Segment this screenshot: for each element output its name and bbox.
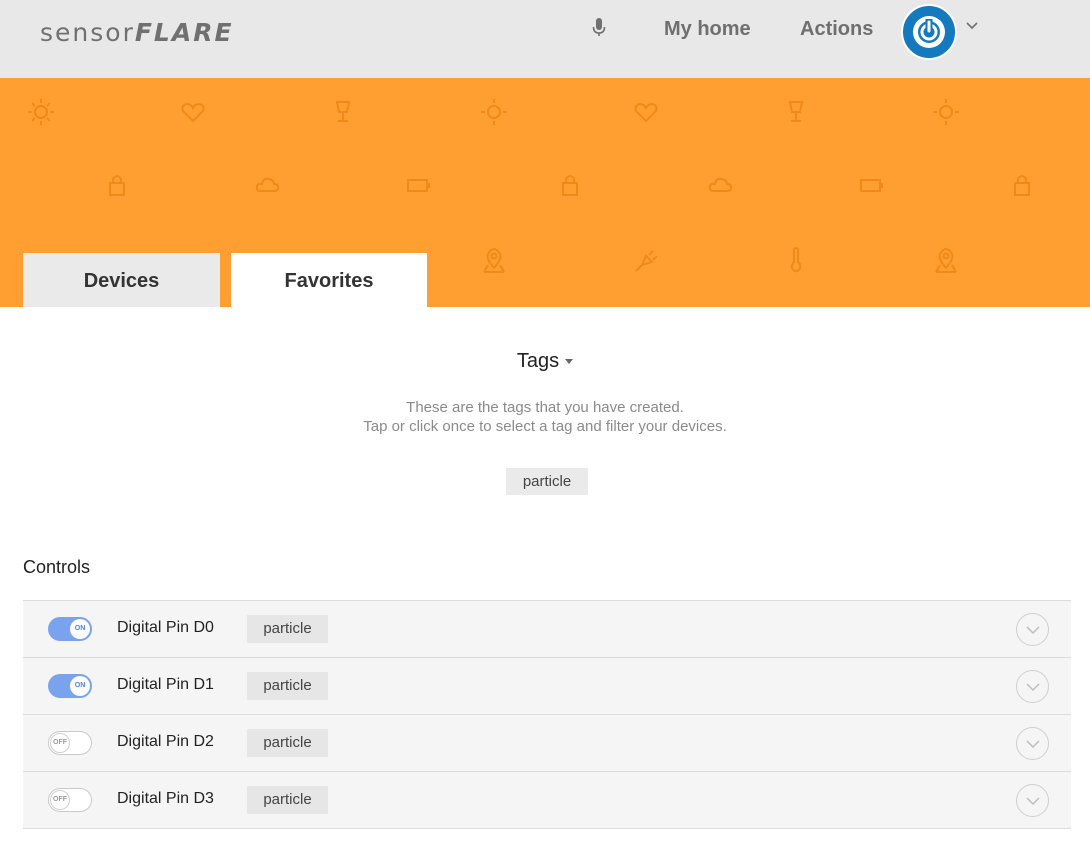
thermometer-icon: [790, 246, 802, 273]
expand-button[interactable]: [1016, 670, 1049, 703]
toggle-switch[interactable]: ON: [48, 674, 92, 698]
sensorflare-logo[interactable]: sensorFLARE: [40, 18, 234, 47]
tags-description: These are the tags that you have created…: [0, 398, 1090, 436]
location-icon: [935, 247, 957, 273]
controls-title: Controls: [23, 557, 91, 577]
logo-bold-text: FLARE: [134, 18, 234, 47]
plug-icon: [635, 250, 658, 272]
lock-icon: [109, 175, 125, 196]
device-name: Digital Pin D2: [117, 733, 214, 750]
device-tag[interactable]: particle: [247, 615, 328, 643]
toggle-state: OFF: [50, 733, 70, 753]
chevron-down-icon: [1026, 797, 1040, 806]
sun-icon: [28, 99, 54, 125]
tab-devices[interactable]: Devices: [23, 253, 220, 307]
heart-icon: [634, 102, 658, 123]
chevron-down-icon[interactable]: [965, 21, 979, 31]
device-name: Digital Pin D3: [117, 790, 214, 807]
sun-icon: [933, 99, 959, 125]
cloud-icon: [255, 177, 280, 192]
device-name: Digital Pin D1: [117, 676, 214, 693]
caret-down-icon: [565, 359, 574, 365]
toggle-switch[interactable]: OFF: [48, 788, 92, 812]
tags-title: Tags: [516, 350, 560, 372]
microphone-icon[interactable]: [589, 16, 609, 40]
list-item: ON Digital Pin D1 particle: [23, 658, 1071, 715]
toggle-state: OFF: [50, 790, 70, 810]
battery-icon: [407, 179, 430, 192]
device-name: Digital Pin D0: [117, 619, 214, 636]
battery-icon: [860, 179, 883, 192]
lamp-icon: [335, 101, 351, 122]
tags-desc-line2: Tap or click once to select a tag and fi…: [363, 418, 727, 435]
top-bar: sensorFLARE My home Actions: [0, 0, 1090, 78]
heart-icon: [181, 102, 205, 123]
tags-desc-line1: These are the tags that you have created…: [406, 399, 684, 416]
chevron-down-icon: [1026, 626, 1040, 635]
toggle-state: ON: [70, 619, 90, 639]
tag-filter-particle[interactable]: particle: [506, 468, 588, 495]
location-icon: [483, 247, 505, 273]
device-tag[interactable]: particle: [247, 672, 328, 700]
toggle-switch[interactable]: ON: [48, 617, 92, 641]
chevron-down-icon: [1026, 740, 1040, 749]
list-item: OFF Digital Pin D2 particle: [23, 715, 1071, 772]
nav-my-home[interactable]: My home: [664, 18, 751, 41]
lock-icon: [1014, 175, 1030, 196]
lamp-icon: [788, 101, 804, 122]
list-item: ON Digital Pin D0 particle: [23, 601, 1071, 658]
expand-button[interactable]: [1016, 727, 1049, 760]
lock-icon: [562, 175, 578, 196]
power-icon: [913, 16, 945, 48]
nav-actions[interactable]: Actions: [800, 18, 873, 41]
chevron-down-icon: [1026, 683, 1040, 692]
toggle-switch[interactable]: OFF: [48, 731, 92, 755]
list-item: OFF Digital Pin D3 particle: [23, 772, 1071, 829]
cloud-icon: [708, 177, 733, 192]
avatar[interactable]: [901, 4, 957, 60]
expand-button[interactable]: [1016, 784, 1049, 817]
logo-light-text: sensor: [40, 18, 135, 47]
device-tag[interactable]: particle: [247, 729, 328, 757]
tab-favorites[interactable]: Favorites: [231, 253, 427, 307]
device-tag[interactable]: particle: [247, 786, 328, 814]
sun-icon: [481, 99, 507, 125]
expand-button[interactable]: [1016, 613, 1049, 646]
toggle-state: ON: [70, 676, 90, 696]
controls-list: ON Digital Pin D0 particle ON Digital Pi…: [23, 600, 1071, 829]
tags-dropdown[interactable]: Tags: [0, 350, 1090, 373]
